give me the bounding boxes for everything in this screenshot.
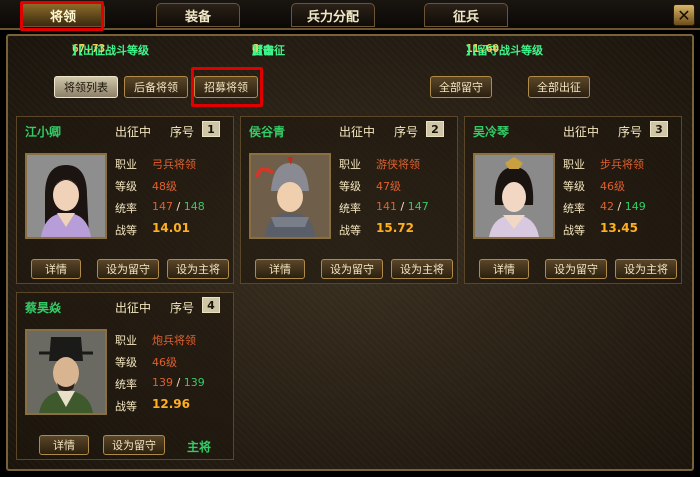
recruit-generals-button[interactable]: 招募将领	[194, 76, 258, 98]
tab-equipment[interactable]: 装备	[156, 3, 240, 27]
command-value: 42 / 149	[600, 200, 646, 213]
status-badge: 出征中	[115, 301, 152, 315]
level-value: 47级	[376, 180, 401, 193]
seq-number: 1	[202, 121, 220, 137]
set-guard-button[interactable]: 设为留守	[545, 259, 607, 279]
seq-number: 4	[202, 297, 220, 313]
status-badge: 出征中	[115, 125, 152, 139]
general-card: 侯谷青 出征中 序号 2 职业 游侠将领 等级 47级 统率 141 / 147 战等…	[240, 116, 458, 284]
top-tab-bar: 将领 装备 兵力分配 征兵 ✕	[0, 0, 700, 30]
set-main-button[interactable]: 设为主将	[391, 259, 453, 279]
job-label: 职业	[115, 158, 137, 171]
power-value: 12.96	[152, 397, 190, 411]
seq-label: 序号	[618, 125, 643, 139]
general-name[interactable]: 吴冷琴	[473, 123, 509, 140]
command-label: 统率	[115, 202, 137, 215]
set-main-button[interactable]: 设为主将	[615, 259, 677, 279]
command-value: 141 / 147	[376, 200, 429, 213]
job-value: 炮兵将领	[152, 334, 196, 347]
all-guard-button[interactable]: 全部留守	[430, 76, 492, 98]
level-value: 48级	[152, 180, 177, 193]
level-label: 等级	[115, 356, 137, 369]
power-label: 战等	[115, 400, 137, 413]
seq-number: 2	[426, 121, 444, 137]
all-march-button[interactable]: 全部出征	[528, 76, 590, 98]
job-value: 弓兵将领	[152, 158, 196, 171]
job-value: 游侠将领	[376, 158, 420, 171]
general-name[interactable]: 蔡昊焱	[25, 299, 61, 316]
general-portrait	[25, 329, 107, 415]
power-label: 战等	[115, 224, 137, 237]
main-general-label: 主将	[187, 440, 212, 454]
set-guard-button[interactable]: 设为留守	[321, 259, 383, 279]
battle-stats-bar: 【出征战斗等级 67.73 】 【出征 4 / 留守 0 / 后备 0 】 【留…	[72, 42, 543, 57]
general-portrait	[25, 153, 107, 239]
general-card: 蔡昊焱 出征中 序号 4 职业 炮兵将领 等级 46级 统率 139 / 139 战等…	[16, 292, 234, 460]
set-guard-button[interactable]: 设为留守	[97, 259, 159, 279]
seq-label: 序号	[170, 301, 195, 315]
general-portrait	[473, 153, 555, 239]
job-label: 职业	[563, 158, 585, 171]
level-value: 46级	[600, 180, 625, 193]
detail-button[interactable]: 详情	[31, 259, 81, 279]
general-card: 江小卿 出征中 序号 1 职业 弓兵将领 等级 48级 统率 147 / 148 战等…	[16, 116, 234, 284]
power-label: 战等	[563, 224, 585, 237]
general-name[interactable]: 侯谷青	[249, 123, 285, 140]
general-name[interactable]: 江小卿	[25, 123, 61, 140]
general-card: 吴冷琴 出征中 序号 3 职业 步兵将领 等级 46级 统率 42 / 149 战等 1…	[464, 116, 682, 284]
detail-button[interactable]: 详情	[255, 259, 305, 279]
status-badge: 出征中	[339, 125, 376, 139]
power-value: 15.72	[376, 221, 414, 235]
power-value: 13.45	[600, 221, 638, 235]
command-value: 147 / 148	[152, 200, 205, 213]
job-label: 职业	[115, 334, 137, 347]
set-main-button[interactable]: 设为主将	[167, 259, 229, 279]
level-label: 等级	[339, 180, 361, 193]
command-label: 统率	[563, 202, 585, 215]
tab-conscription[interactable]: 征兵	[424, 3, 508, 27]
power-value: 14.01	[152, 221, 190, 235]
command-label: 统率	[115, 378, 137, 391]
general-list-button[interactable]: 将领列表	[54, 76, 118, 98]
job-label: 职业	[339, 158, 361, 171]
level-label: 等级	[115, 180, 137, 193]
seq-number: 3	[650, 121, 668, 137]
reserve-generals-button[interactable]: 后备将领	[124, 76, 188, 98]
tab-generals[interactable]: 将领	[21, 3, 105, 27]
level-value: 46级	[152, 356, 177, 369]
generals-panel: 【出征战斗等级 67.73 】 【出征 4 / 留守 0 / 后备 0 】 【留…	[6, 34, 694, 471]
close-icon[interactable]: ✕	[673, 4, 695, 26]
seq-label: 序号	[170, 125, 195, 139]
command-value: 139 / 139	[152, 376, 205, 389]
level-label: 等级	[563, 180, 585, 193]
tab-troop-allocation[interactable]: 兵力分配	[291, 3, 375, 27]
detail-button[interactable]: 详情	[39, 435, 89, 455]
job-value: 步兵将领	[600, 158, 644, 171]
power-label: 战等	[339, 224, 361, 237]
set-guard-button[interactable]: 设为留守	[103, 435, 165, 455]
detail-button[interactable]: 详情	[479, 259, 529, 279]
general-portrait	[249, 153, 331, 239]
status-badge: 出征中	[563, 125, 600, 139]
seq-label: 序号	[394, 125, 419, 139]
command-label: 统率	[339, 202, 361, 215]
